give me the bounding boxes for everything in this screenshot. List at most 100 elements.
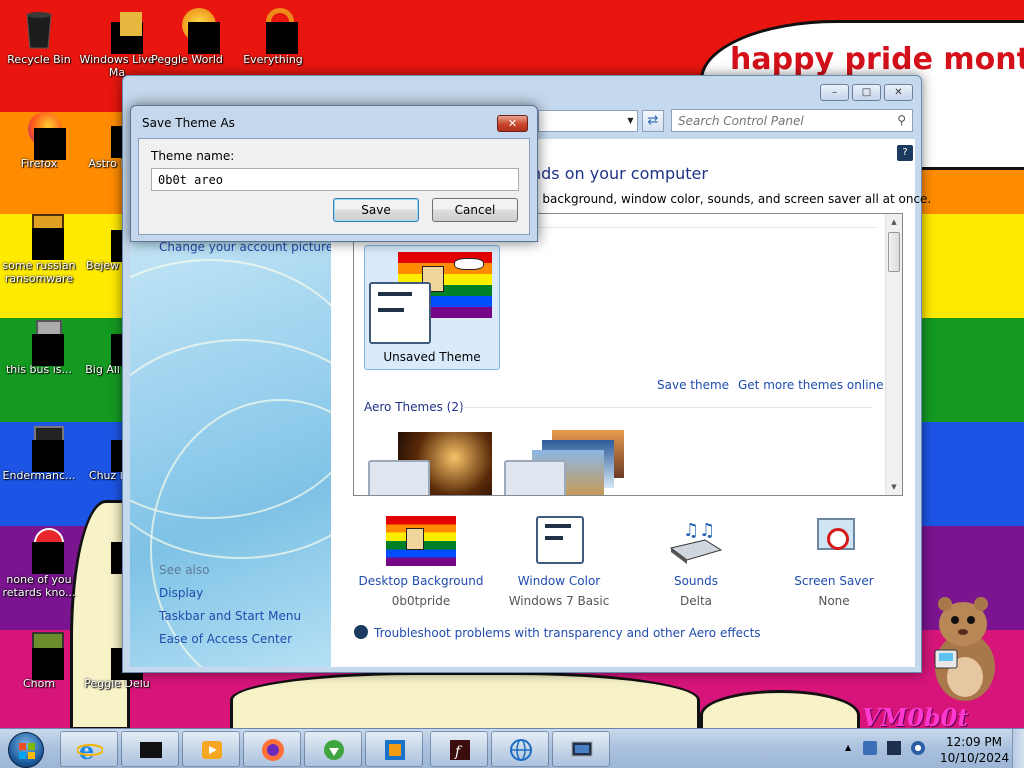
theme-name-input[interactable]	[151, 168, 519, 191]
dialog-title: Save Theme As	[142, 116, 235, 130]
troubleshoot-link[interactable]: Troubleshoot problems with transparency …	[374, 626, 761, 640]
cancel-button[interactable]: Cancel	[432, 198, 518, 222]
aero-themes-heading: Aero Themes (2)	[364, 400, 464, 414]
window-color-icon	[524, 516, 594, 566]
search-input[interactable]	[672, 110, 882, 131]
network-icon[interactable]	[887, 741, 901, 755]
desktop-icon-label: Peggle World	[151, 53, 223, 66]
page-heading: nds on your computer	[531, 164, 708, 183]
taskbar-firefox[interactable]	[243, 731, 301, 767]
minimize-button[interactable]: –	[820, 84, 849, 101]
item-label: Screen Saver	[794, 574, 874, 588]
show-desktop-button[interactable]	[1012, 729, 1024, 768]
ease-of-access-link[interactable]: Ease of Access Center	[159, 632, 292, 646]
search-icon[interactable]: ⚲	[897, 113, 906, 127]
application-icon	[18, 214, 64, 260]
cartoon-shape	[230, 672, 700, 728]
theme-list: Unsaved Theme Save theme Get more themes…	[353, 213, 903, 496]
start-button[interactable]	[8, 732, 44, 768]
window-color-preview	[369, 282, 431, 344]
download-manager-icon	[324, 740, 344, 760]
preview-bar	[378, 308, 404, 312]
taskbar-virtualbox[interactable]	[365, 731, 423, 767]
search-everything-icon	[252, 8, 298, 54]
sounds-icon: ♫♫	[661, 516, 731, 566]
screen-saver-item[interactable]: Screen Saver None	[770, 516, 898, 608]
firefox-icon	[18, 112, 66, 160]
close-icon: ✕	[894, 87, 903, 98]
preview-bar	[378, 292, 412, 296]
item-label: Sounds	[673, 574, 719, 588]
theme-card-unsaved[interactable]: Unsaved Theme	[364, 245, 500, 370]
taskbar-download-manager[interactable]	[304, 731, 362, 767]
scrollbar-thumb[interactable]	[888, 232, 900, 272]
taskbar-network[interactable]	[491, 731, 549, 767]
desktop-icon-label: some russian ransomware	[2, 259, 76, 285]
desktop-icon-firefox[interactable]: Firefox	[0, 112, 78, 170]
display-link[interactable]: Display	[159, 586, 203, 600]
desktop-icon-chom[interactable]: Chom	[0, 632, 78, 690]
troubleshoot-row: Troubleshoot problems with transparency …	[354, 625, 761, 640]
sounds-item[interactable]: ♫♫ Sounds Delta	[632, 516, 760, 608]
taskbar-personalization[interactable]	[552, 731, 610, 767]
desktop-icon-peggle-world[interactable]: Peggle World	[148, 8, 226, 66]
mini-bubble	[454, 258, 484, 270]
window-color-item[interactable]: Window Color Windows 7 Basic	[495, 516, 623, 608]
clock-time: 12:09 PM	[946, 735, 1002, 749]
help-icon[interactable]: ?	[897, 145, 913, 161]
desktop-icon-label: Everything	[243, 53, 303, 66]
theme-name-label: Theme name:	[151, 149, 235, 163]
refresh-button[interactable]: ⇄	[642, 110, 664, 132]
scroll-down-icon[interactable]: ▼	[886, 479, 902, 495]
monitor-icon	[571, 741, 593, 757]
taskbar-flash[interactable]: f	[430, 731, 488, 767]
dialog-close-button[interactable]: ✕	[497, 115, 528, 132]
desktop-icon-windows-live[interactable]: Windows Live Ma	[78, 8, 156, 79]
application-icon	[18, 528, 64, 574]
preview-bar	[545, 524, 571, 528]
taskbar-media-player[interactable]	[182, 731, 240, 767]
show-hidden-icons-icon[interactable]: ▲	[845, 741, 853, 755]
taskbar-app-black[interactable]	[121, 731, 179, 767]
theme-card-aero-2[interactable]	[504, 430, 628, 495]
terminal-icon	[18, 424, 64, 472]
tray-app-icon[interactable]	[863, 741, 877, 755]
watermark-logo: VM0b0t	[862, 703, 969, 728]
theme-name: Unsaved Theme	[383, 350, 481, 364]
address-dropdown[interactable]: ▼	[623, 110, 638, 132]
minimize-icon: –	[832, 87, 837, 98]
theme-list-scrollbar[interactable]: ▲ ▼	[885, 214, 902, 495]
get-more-themes-link[interactable]: Get more themes online	[738, 378, 884, 392]
screen-saver-icon	[799, 516, 869, 566]
page-subheading: p background, window color, sounds, and …	[531, 192, 932, 206]
game-icon	[18, 632, 64, 680]
taskbar-start-menu-link[interactable]: Taskbar and Start Menu	[159, 609, 301, 623]
desktop-icon-everything[interactable]: Everything	[234, 8, 312, 66]
taskbar-internet-explorer[interactable]: e	[60, 731, 118, 767]
close-icon: ✕	[507, 117, 518, 130]
chevron-down-icon: ▼	[627, 116, 634, 125]
volume-icon[interactable]	[911, 741, 925, 755]
desktop-icon-bus[interactable]: this bus is...	[0, 318, 78, 376]
desktop-icon-endermanch[interactable]: Endermanc...	[0, 424, 78, 482]
maximize-button[interactable]: □	[852, 84, 881, 101]
recycle-bin-icon	[18, 8, 60, 50]
desktop-background-item[interactable]: Desktop Background 0b0tpride	[357, 516, 485, 608]
window-color-preview	[536, 516, 584, 564]
desktop-icon-ransomware[interactable]: some russian ransomware	[0, 214, 78, 285]
peggle-icon	[166, 8, 220, 54]
scroll-up-icon[interactable]: ▲	[886, 214, 902, 230]
desktop-icon-none-of-you[interactable]: none of you retards kno...	[0, 528, 78, 599]
save-button[interactable]: Save	[333, 198, 419, 222]
preview-bar	[545, 536, 563, 540]
change-account-picture-link[interactable]: Change your account picture	[159, 240, 331, 254]
theme-card-aero-1[interactable]	[368, 432, 492, 495]
clock[interactable]: 12:09 PM 10/10/2024	[940, 734, 1009, 766]
save-theme-link[interactable]: Save theme	[657, 378, 729, 392]
windows-logo-icon	[19, 743, 35, 759]
desktop-icon-recycle-bin[interactable]: Recycle Bin	[0, 8, 78, 66]
item-label: Window Color	[517, 574, 601, 588]
window-color-preview	[368, 460, 430, 495]
item-value: Windows 7 Basic	[508, 594, 610, 608]
close-button[interactable]: ✕	[884, 84, 913, 101]
